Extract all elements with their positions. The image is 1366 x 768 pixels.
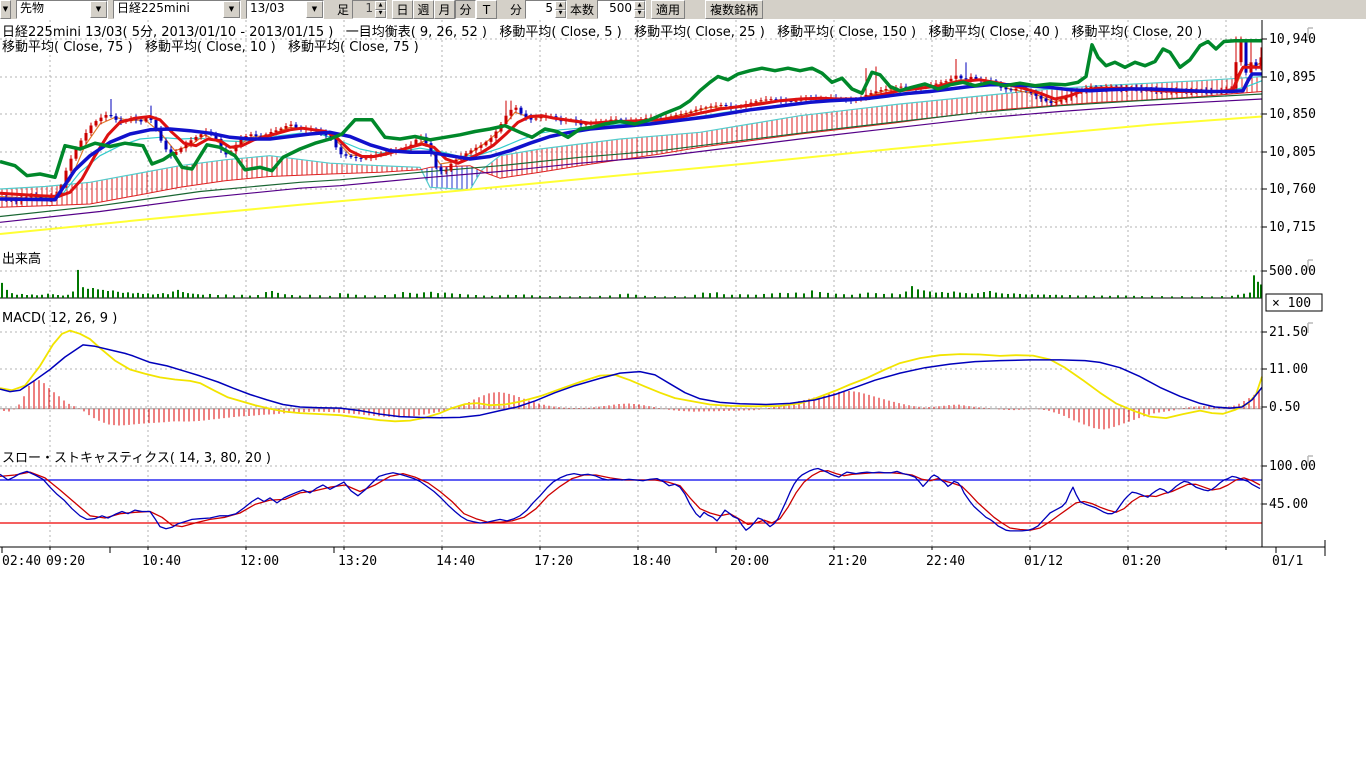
x-axis-time-label: 01:20 [1122, 554, 1161, 569]
x-axis-time-label: 18:40 [632, 554, 671, 569]
y-axis-tick-label: 45.00 [1269, 497, 1308, 512]
x-axis-time-label: 09:20 [46, 554, 85, 569]
x-axis-time-label: 13:20 [338, 554, 377, 569]
stochastics-panel-title: スロー・ストキャスティクス( 14, 3, 80, 20 ) [2, 447, 271, 466]
y-axis-tick-label: 10,895 [1269, 70, 1316, 85]
volume-panel-title: 出来高 [2, 248, 41, 267]
x-axis-time-label: 01/12 [1024, 554, 1063, 569]
y-axis-tick-label: 0.50 [1269, 400, 1300, 415]
y-axis-tick-label: 11.00 [1269, 362, 1308, 377]
x-axis-time-label: 02:40 [2, 554, 41, 569]
y-axis-tick-label: 500.00 [1269, 264, 1316, 279]
x-axis-time-label: 22:40 [926, 554, 965, 569]
x-axis-time-label: 20:00 [730, 554, 769, 569]
y-axis-tick-label: 10,715 [1269, 220, 1316, 235]
y-axis-tick-label: 21.50 [1269, 325, 1308, 340]
macd-panel-title: MACD( 12, 26, 9 ) [2, 311, 117, 326]
x-axis-time-label: 10:40 [142, 554, 181, 569]
chart-legend-line2: 移動平均( Close, 75 ) 移動平均( Close, 10 ) 移動平均… [2, 36, 419, 55]
chart-area[interactable]: 10,940 10,895 10,850 10,805 10,760 10,715 500.… [0, 0, 1366, 768]
trading-chart-window: ▼ 先物 ▼ 日経225mini ▼ 13/03 ▼ 足 1 ▲▼ 日 週 月 … [0, 0, 1366, 768]
x-axis-time-label: 14:40 [436, 554, 475, 569]
x-axis-time-label: 01/1 [1272, 554, 1303, 569]
x-axis-time-label: 12:00 [240, 554, 279, 569]
y-axis-tick-label: 10,940 [1269, 32, 1316, 47]
y-axis-tick-label: 10,760 [1269, 182, 1316, 197]
x-axis-time-label: 21:20 [828, 554, 867, 569]
volume-scale-box: × 100 [1266, 294, 1322, 311]
x-axis-time-label: 17:20 [534, 554, 573, 569]
y-axis-tick-label: 10,805 [1269, 145, 1316, 160]
volume-scale-label: × 100 [1272, 296, 1311, 311]
y-axis-tick-label: 100.00 [1269, 459, 1316, 474]
y-axis-tick-label: 10,850 [1269, 107, 1316, 122]
